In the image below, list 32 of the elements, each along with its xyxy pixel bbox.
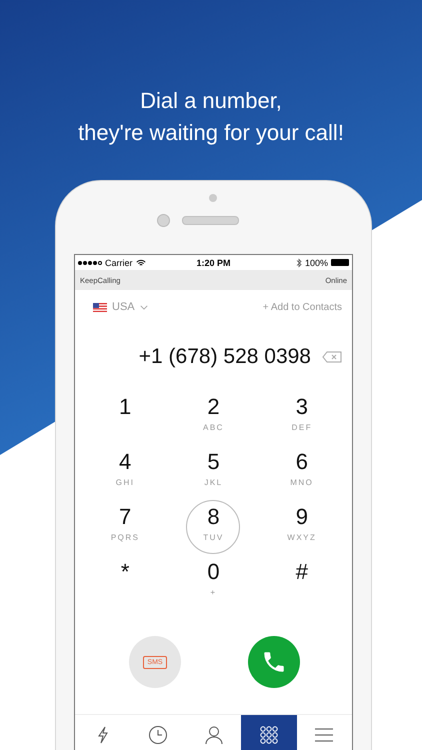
keypad-key[interactable]: 8 TUV (186, 500, 240, 554)
battery-icon (330, 259, 349, 266)
wifi-icon (136, 258, 146, 266)
clock-time: 1:20 PM (196, 258, 230, 268)
keypad-key[interactable]: 7 PQRS (98, 500, 152, 554)
carrier-name: Carrier (105, 258, 133, 268)
keypad-key[interactable]: 2 ABC (186, 390, 240, 444)
keypad-key[interactable]: # (274, 555, 329, 609)
keypad-key[interactable]: 9 WXYZ (274, 500, 329, 554)
keypad-key[interactable]: 1 (98, 390, 152, 444)
keypad-key[interactable]: * (98, 555, 152, 609)
call-button[interactable] (248, 636, 300, 688)
keypad-key[interactable]: 4 GHI (98, 445, 152, 499)
clock-icon (148, 725, 168, 745)
battery-percent: 100% (304, 258, 328, 268)
headline: they're waiting for your call! (78, 119, 344, 147)
keypad-icon (258, 725, 279, 745)
speaker-grille (182, 216, 239, 225)
phone-number: +1 (678) 528 0398 (138, 345, 311, 369)
bluetooth-icon (296, 258, 302, 268)
person-icon (204, 725, 224, 745)
flag-icon (93, 302, 107, 312)
chevron-icon (140, 304, 148, 310)
keypad-key[interactable]: 6 MNO (274, 445, 329, 499)
sensor-icon (157, 214, 170, 227)
headline: Dial a number, (140, 87, 282, 115)
tab-button[interactable] (241, 715, 297, 750)
camera-icon (209, 194, 217, 202)
keypad-key[interactable]: 0 + (186, 555, 240, 609)
keypad-key[interactable]: 3 DEF (274, 390, 329, 444)
signal-icon (78, 260, 102, 264)
keypad-key[interactable]: 5 JKL (186, 445, 240, 499)
